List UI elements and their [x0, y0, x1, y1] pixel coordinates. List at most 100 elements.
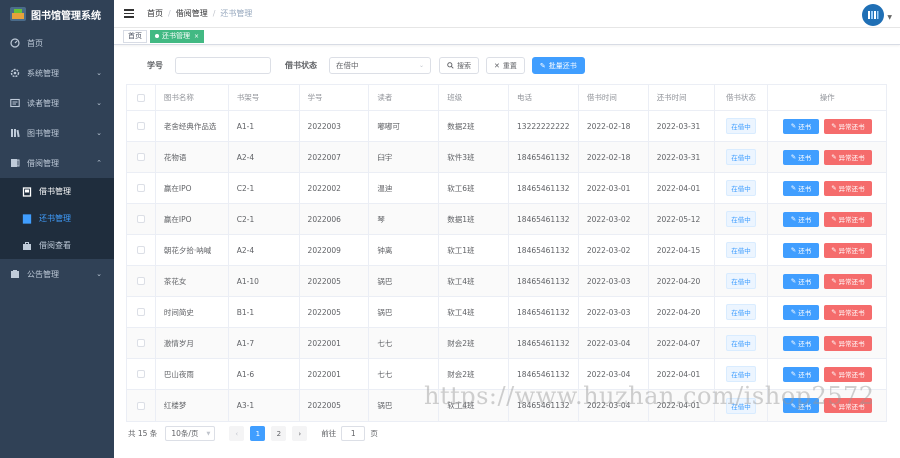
avatar[interactable]	[862, 4, 884, 26]
table-row[interactable]: 巴山夜雨 A1-6 2022001 七七 财会2班 18465461132 2022-03-…	[127, 359, 886, 390]
chevron-down-icon: ⌄	[96, 69, 102, 77]
next-page-button[interactable]: ›	[292, 426, 308, 441]
table-row[interactable]: 激情岁月 A1-7 2022001 七七 财会2班 18465461132 2022-03-…	[127, 328, 886, 359]
books-avatar-icon	[868, 11, 879, 19]
sidebar-item-label: 首页	[27, 38, 43, 48]
row-checkbox[interactable]	[136, 184, 145, 192]
abnormal-return-button[interactable]: ✎ 异常还书	[824, 180, 872, 196]
status-badge: 在借中	[726, 149, 756, 165]
row-checkbox[interactable]	[136, 308, 145, 316]
return-button[interactable]: ✎ 还书	[782, 242, 820, 258]
status-badge: 在借中	[726, 335, 756, 351]
actions-cell: ✎ 还书 ✎ 异常还书	[768, 297, 886, 327]
actions-cell: ✎ 还书 ✎ 异常还书	[768, 390, 886, 421]
button-label: 还书	[798, 154, 812, 162]
chevron-up-icon: ⌃	[96, 159, 102, 167]
goto-prefix: 前往	[321, 429, 337, 438]
row-select-cell	[127, 359, 156, 389]
return-button[interactable]: ✎ 还书	[782, 366, 820, 382]
cell-cls: 软件3班	[439, 142, 510, 172]
prev-page-button[interactable]: ‹	[229, 426, 245, 441]
borrow-status-select[interactable]: 在借中 ⌄	[329, 57, 431, 74]
sidebar-item-borrow[interactable]: 借阅管理 ⌃	[0, 148, 114, 178]
borrow-submenu: 借书管理 还书管理 借阅查看	[0, 178, 114, 259]
abnormal-return-button[interactable]: ✎ 异常还书	[824, 366, 872, 382]
page-1-button[interactable]: 1	[250, 426, 266, 441]
abnormal-return-button[interactable]: ✎ 异常还书	[824, 398, 872, 413]
abnormal-return-button[interactable]: ✎ 异常还书	[824, 304, 872, 320]
column-header: 读者	[369, 85, 440, 110]
return-button[interactable]: ✎ 还书	[782, 118, 820, 134]
return-button[interactable]: ✎ 还书	[782, 149, 820, 165]
return-button[interactable]: ✎ 还书	[782, 273, 820, 289]
cell-shelf: A1-6	[229, 359, 300, 389]
sidebar-subitem-return-books[interactable]: 还书管理	[0, 205, 114, 232]
table-row[interactable]: 赢在IPO C2-1 2022006 琴数据1班 18465461132 2022-03-…	[127, 204, 886, 235]
row-checkbox[interactable]	[136, 401, 145, 410]
cell-due: 2022-04-01	[649, 359, 715, 389]
edit-icon: ✎	[790, 308, 797, 316]
abnormal-return-button[interactable]: ✎ 异常还书	[824, 273, 872, 289]
row-checkbox[interactable]	[136, 339, 145, 347]
button-label: 还书	[798, 123, 812, 131]
cell-phone: 18465461132	[509, 328, 579, 358]
tag-return-books[interactable]: 还书管理 ×	[150, 29, 205, 43]
row-checkbox[interactable]	[136, 370, 145, 378]
student-id-input[interactable]	[175, 57, 271, 74]
return-button[interactable]: ✎ 还书	[782, 335, 820, 351]
column-header: 班级	[439, 85, 510, 110]
abnormal-return-button[interactable]: ✎ 异常还书	[824, 242, 872, 258]
abnormal-return-button[interactable]: ✎ 异常还书	[824, 118, 872, 134]
cell-shelf: A3-1	[229, 390, 300, 421]
page-size-select[interactable]: 10条/页 ▼	[165, 426, 216, 441]
breadcrumb-home[interactable]: 首页	[147, 8, 163, 19]
sidebar-item-notice[interactable]: 公告管理 ⌄	[0, 259, 114, 289]
select-all-checkbox[interactable]	[136, 93, 145, 102]
cell-sid: 2022001	[300, 359, 370, 389]
return-button[interactable]: ✎ 还书	[782, 211, 820, 227]
table-row[interactable]: 赢在IPO C2-1 2022002 温迪 软工6班 18465461132 2022-03…	[127, 173, 886, 204]
status-cell: 在借中	[715, 204, 769, 234]
table-row[interactable]: 老舍经典作品选 A1-1 2022003 嘟嘟可 数据2班 13222222222 2022…	[127, 111, 886, 142]
row-checkbox[interactable]	[136, 277, 145, 285]
close-icon[interactable]: ×	[194, 33, 199, 40]
sidebar-item-home[interactable]: 首页	[0, 28, 114, 58]
sidebar-subitem-borrow-view[interactable]: 借阅查看	[0, 232, 114, 259]
table-row[interactable]: 红楼梦 A3-1 2022005 锅巴 软工4班 18465461132 2022-03-0…	[127, 390, 886, 421]
column-header: 书架号	[229, 85, 300, 110]
cell-cls: 软工6班	[439, 173, 510, 203]
table-row[interactable]: 朝花夕拾·呐喊 A2-4 2022009 钟离 软工1班 18465461132 2022-…	[127, 235, 886, 266]
cell-title: 红楼梦	[156, 390, 229, 421]
row-checkbox[interactable]	[136, 122, 145, 130]
goto-page-input[interactable]: 1	[341, 426, 366, 441]
cell-title: 老舍经典作品选	[156, 111, 229, 141]
close-icon: ✕	[494, 61, 500, 70]
row-checkbox[interactable]	[136, 246, 145, 254]
table-row[interactable]: 花物语 A2-4 2022007 臼宇 软件3班 18465461132 2022-02-1…	[127, 142, 886, 173]
caret-down-icon[interactable]: ▼	[887, 14, 892, 21]
return-button[interactable]: ✎ 还书	[782, 180, 820, 196]
sidebar-item-readers[interactable]: 读者管理 ⌄	[0, 88, 114, 118]
return-button[interactable]: ✎ 还书	[782, 304, 820, 320]
row-checkbox[interactable]	[136, 215, 145, 223]
row-checkbox[interactable]	[136, 153, 145, 161]
batch-return-button[interactable]: ✎ 批量还书	[531, 57, 585, 74]
reset-button[interactable]: ✕ 重置	[486, 57, 525, 74]
sidebar-item-books[interactable]: 图书管理 ⌄	[0, 118, 114, 148]
sidebar-item-system[interactable]: 系统管理 ⌄	[0, 58, 114, 88]
abnormal-return-button[interactable]: ✎ 异常还书	[824, 211, 872, 227]
cell-sid: 2022005	[300, 266, 370, 296]
return-button[interactable]: ✎ 还书	[782, 398, 820, 413]
abnormal-return-button[interactable]: ✎ 异常还书	[824, 149, 872, 165]
table-row[interactable]: 茶花女 A1-10 2022005 锅巴 软工4班 18465461132 2022-03-…	[127, 266, 886, 297]
tag-home[interactable]: 首页	[123, 29, 147, 43]
button-label: 还书	[798, 340, 812, 348]
cell-borrow: 2022-02-18	[579, 142, 649, 172]
abnormal-return-button[interactable]: ✎ 异常还书	[824, 335, 872, 351]
page-2-button[interactable]: 2	[271, 426, 287, 441]
sidebar-subitem-borrow-books[interactable]: 借书管理	[0, 178, 114, 205]
search-button[interactable]: 搜索	[439, 57, 479, 74]
hamburger-icon[interactable]	[124, 7, 134, 20]
table-row[interactable]: 时间简史 B1-1 2022005 锅巴 软工4班 18465461132 2022-03-…	[127, 297, 886, 328]
tag-label: 还书管理	[162, 32, 190, 40]
